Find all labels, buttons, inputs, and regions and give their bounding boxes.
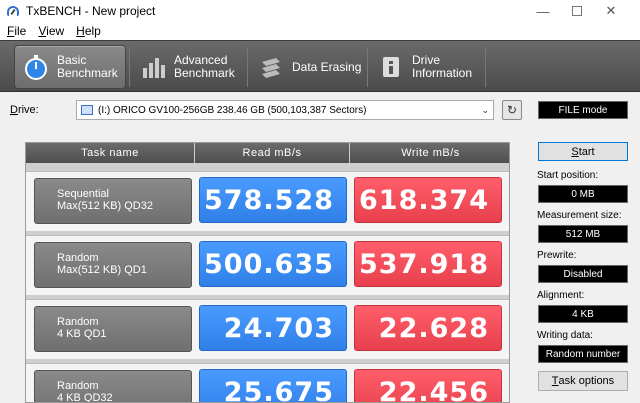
write-value: 618.374 bbox=[354, 177, 502, 223]
writing-data-value[interactable]: Random number bbox=[538, 345, 628, 363]
gauge-app-icon bbox=[6, 4, 20, 18]
drive-select[interactable]: (I:) ORICO GV100-256GB 238.46 GB (500,10… bbox=[76, 100, 494, 120]
read-value: 24.703 bbox=[199, 305, 347, 351]
start-button[interactable]: Start bbox=[538, 142, 628, 161]
eraser-icon bbox=[258, 54, 284, 80]
menu-file[interactable]: File bbox=[0, 24, 31, 38]
file-mode-badge: FILE mode bbox=[538, 101, 628, 119]
task-button[interactable]: Random 4 KB QD1 bbox=[34, 306, 192, 352]
alignment-label: Alignment: bbox=[537, 290, 585, 301]
tab-basic-benchmark[interactable]: Basic Benchmark bbox=[14, 45, 126, 89]
tab-drive-information[interactable]: Drive Information bbox=[370, 45, 482, 89]
task-button[interactable]: Sequential Max(512 KB) QD32 bbox=[34, 178, 192, 224]
table-row: Random Max(512 KB) QD1 500.635 537.918 bbox=[26, 235, 509, 295]
write-value: 22.456 bbox=[354, 369, 502, 402]
prewrite-label: Prewrite: bbox=[537, 250, 577, 261]
writing-data-label: Writing data: bbox=[537, 330, 593, 341]
measurement-size-value[interactable]: 512 MB bbox=[538, 225, 628, 243]
task-options-button[interactable]: Task options bbox=[538, 371, 628, 391]
task-button[interactable]: Random 4 KB QD32 bbox=[34, 370, 192, 402]
bar-chart-icon bbox=[140, 54, 166, 80]
menu-view[interactable]: View bbox=[31, 24, 69, 38]
chevron-down-icon: ⌄ bbox=[481, 105, 489, 115]
main-toolbar: Basic Benchmark Advanced Benchmark Data Er… bbox=[0, 40, 640, 92]
task-button[interactable]: Random Max(512 KB) QD1 bbox=[34, 242, 192, 288]
read-value: 25.675 bbox=[199, 369, 347, 402]
start-position-value[interactable]: 0 MB bbox=[538, 185, 628, 203]
header-read: Read mB/s bbox=[195, 143, 349, 163]
menu-help[interactable]: Help bbox=[69, 24, 106, 38]
results-table: Task name Read mB/s Write mB/s Sequentia… bbox=[25, 142, 510, 403]
title-bar: TxBENCH - New project — ✕ bbox=[0, 0, 640, 22]
info-icon bbox=[378, 54, 404, 80]
header-task-name: Task name bbox=[26, 143, 194, 163]
stopwatch-icon bbox=[23, 54, 49, 80]
drive-label: Drive: bbox=[10, 104, 39, 116]
header-write: Write mB/s bbox=[350, 143, 509, 163]
tab-advanced-benchmark[interactable]: Advanced Benchmark bbox=[132, 45, 244, 89]
menu-bar: File View Help bbox=[0, 22, 640, 40]
table-row: Sequential Max(512 KB) QD32 578.528 618.3… bbox=[26, 171, 509, 231]
maximize-button[interactable] bbox=[560, 0, 594, 22]
refresh-button[interactable]: ↻ bbox=[502, 100, 522, 120]
minimize-button[interactable]: — bbox=[526, 0, 560, 22]
write-value: 22.628 bbox=[354, 305, 502, 351]
measurement-size-label: Measurement size: bbox=[537, 210, 622, 221]
read-value: 578.528 bbox=[199, 177, 347, 223]
table-row: Random 4 KB QD32 25.675 22.456 bbox=[26, 363, 509, 402]
drive-select-value: (I:) ORICO GV100-256GB 238.46 GB (500,10… bbox=[98, 104, 367, 116]
write-value: 537.918 bbox=[354, 241, 502, 287]
window-title: TxBENCH - New project bbox=[26, 4, 156, 18]
close-button[interactable]: ✕ bbox=[594, 0, 628, 22]
start-position-label: Start position: bbox=[537, 170, 599, 181]
drive-icon bbox=[81, 105, 93, 115]
read-value: 500.635 bbox=[199, 241, 347, 287]
prewrite-value[interactable]: Disabled bbox=[538, 265, 628, 283]
refresh-icon: ↻ bbox=[506, 103, 518, 117]
tab-data-erasing[interactable]: Data Erasing bbox=[250, 45, 366, 89]
alignment-value[interactable]: 4 KB bbox=[538, 305, 628, 323]
table-row: Random 4 KB QD1 24.703 22.628 bbox=[26, 299, 509, 359]
